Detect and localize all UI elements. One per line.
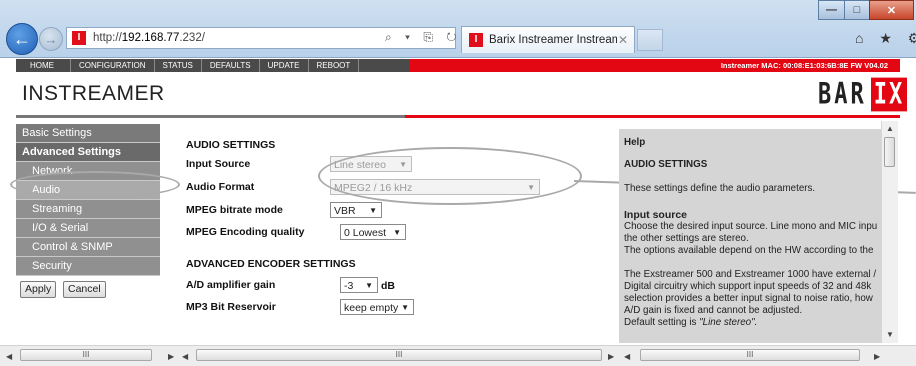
help-line: selection provides a better input signal… — [624, 293, 873, 304]
minimize-button[interactable]: — — [818, 0, 845, 20]
logo-mark: IX — [870, 77, 908, 111]
chevron-down-icon: ▼ — [393, 228, 401, 237]
device-info: Instreamer MAC: 00:08:E1:03:6B:8E FW V04… — [720, 61, 888, 70]
mpeg-encoding-quality-label: MPEG Encoding quality — [186, 226, 305, 238]
sidebar-item-advanced-settings[interactable]: Advanced Settings — [16, 143, 160, 162]
help-line: Choose the desired input source. Line mo… — [624, 221, 878, 232]
mpeg-encoding-quality-value: 0 Lowest — [344, 227, 387, 239]
mpeg-bitrate-mode-select[interactable]: VBR ▼ — [330, 202, 382, 218]
nav-status[interactable]: STATUS — [155, 59, 202, 72]
scroll-right-icon[interactable]: ▶ — [168, 352, 174, 361]
mpeg-bitrate-mode-value: VBR — [334, 205, 356, 217]
help-intro: These settings define the audio paramete… — [624, 183, 816, 194]
window-controls: — □ ✕ — [818, 0, 916, 22]
ad-gain-unit: dB — [381, 280, 395, 292]
help-line: A/D gain is fixed and cannot be adjusted… — [624, 305, 803, 316]
forward-button[interactable]: → — [39, 27, 63, 51]
sidebar: Basic Settings Advanced Settings Network… — [16, 124, 160, 276]
mp3-reservoir-label: MP3 Bit Reservoir — [186, 301, 276, 313]
sidebar-audio-highlight — [10, 171, 180, 198]
logo-text: BAR — [818, 77, 867, 111]
scroll-left-icon[interactable]: ◀ — [6, 352, 12, 361]
nav-configuration[interactable]: CONFIGURATION — [71, 59, 155, 72]
url-rest: .232/ — [179, 32, 205, 44]
cancel-button[interactable]: Cancel — [63, 281, 106, 298]
back-arrow-icon: ← — [13, 28, 31, 49]
scroll-left-icon[interactable]: ◀ — [624, 352, 630, 361]
help-line: The options available depend on the HW a… — [624, 245, 874, 256]
audio-fields-highlight — [318, 147, 582, 205]
barix-logo: BAR IX — [818, 77, 908, 111]
nav-reboot[interactable]: REBOOT — [309, 59, 360, 72]
audio-settings-heading: AUDIO SETTINGS — [186, 139, 276, 151]
help-title: Help — [624, 137, 646, 148]
input-source-label: Input Source — [186, 158, 251, 170]
scroll-up-icon[interactable]: ▲ — [886, 124, 894, 133]
chevron-down-icon: ▼ — [401, 303, 409, 312]
horizontal-scrollbars: ◀ III ▶ ◀ III ▶ ◀ III ▶ — [0, 345, 916, 366]
sidebar-item-basic-settings[interactable]: Basic Settings — [16, 124, 160, 143]
address-bar[interactable]: I http://192.168.77.232/ ⌕ ▾ ⎘ ↻ ✕ — [66, 27, 479, 49]
help-scroll-thumb[interactable] — [884, 137, 895, 167]
barix-favicon-icon: I — [72, 31, 86, 45]
browser-chrome: ← → I http://192.168.77.232/ ⌕ ▾ ⎘ ↻ ✕ I… — [0, 0, 916, 58]
apply-button[interactable]: Apply — [20, 281, 57, 298]
nav-home[interactable]: HOME — [16, 59, 71, 72]
help-default-line: Default setting is "Line stereo". — [624, 317, 757, 329]
new-tab-button[interactable] — [637, 29, 663, 51]
mp3-reservoir-value: keep empty — [344, 302, 399, 314]
ad-gain-label: A/D amplifier gain — [186, 279, 276, 291]
chevron-down-icon: ▼ — [365, 281, 373, 290]
sidebar-item-io-serial[interactable]: I/O & Serial — [16, 219, 160, 238]
advanced-encoder-heading: ADVANCED ENCODER SETTINGS — [186, 258, 356, 270]
url-host: 192.168.77 — [121, 32, 180, 44]
scroll-down-icon[interactable]: ▼ — [886, 330, 894, 339]
help-line: The Exstreamer 500 and Exstreamer 1000 h… — [624, 269, 877, 280]
audio-format-label: Audio Format — [186, 181, 255, 193]
sidebar-item-security[interactable]: Security — [16, 257, 160, 276]
tab-title: Barix Instreamer Instreamer — [489, 34, 617, 46]
tab-favicon-icon: I — [469, 33, 483, 47]
top-navigation-menu: HOME CONFIGURATION STATUS DEFAULTS UPDAT… — [16, 59, 410, 72]
browser-tab[interactable]: I Barix Instreamer Instreamer ✕ — [461, 26, 635, 53]
help-line: Digital circuitry which support input sp… — [624, 281, 872, 292]
sidebar-item-streaming[interactable]: Streaming — [16, 200, 160, 219]
toolbar-icons[interactable]: ⌂ ★ ⚙ — [855, 30, 916, 47]
help-line: the other settings are stereo. — [624, 233, 749, 244]
mp3-reservoir-select[interactable]: keep empty ▼ — [340, 299, 414, 315]
help-scroll-thumb-horizontal[interactable]: III — [640, 349, 860, 361]
scroll-right-icon[interactable]: ▶ — [608, 352, 614, 361]
help-default-value: "Line stereo". — [699, 317, 758, 328]
mpeg-encoding-quality-select[interactable]: 0 Lowest ▼ — [340, 224, 406, 240]
url-scheme: http:// — [93, 32, 122, 44]
mpeg-bitrate-mode-label: MPEG bitrate mode — [186, 204, 283, 216]
tab-close-icon[interactable]: ✕ — [618, 33, 628, 47]
maximize-button[interactable]: □ — [844, 0, 870, 20]
header-divider — [16, 115, 900, 118]
help-default-prefix: Default setting is — [624, 317, 700, 328]
help-input-source-heading: Input source — [624, 209, 688, 221]
ad-gain-select[interactable]: -3 ▼ — [340, 277, 378, 293]
chevron-down-icon: ▼ — [369, 206, 377, 215]
nav-update[interactable]: UPDATE — [260, 59, 309, 72]
help-vertical-scrollbar[interactable]: ▲ ▼ — [881, 121, 898, 343]
close-window-button[interactable]: ✕ — [869, 0, 914, 20]
top-navigation: HOME CONFIGURATION STATUS DEFAULTS UPDAT… — [16, 59, 900, 72]
scroll-right-icon[interactable]: ▶ — [874, 352, 880, 361]
nav-defaults[interactable]: DEFAULTS — [202, 59, 260, 72]
scroll-left-icon[interactable]: ◀ — [182, 352, 188, 361]
back-button[interactable]: ← — [6, 23, 38, 55]
ad-gain-value: -3 — [344, 280, 354, 292]
sidebar-scroll-thumb[interactable]: III — [20, 349, 152, 361]
help-panel: Help AUDIO SETTINGS These settings defin… — [619, 129, 881, 343]
forward-arrow-icon: → — [44, 31, 58, 47]
page-title: INSTREAMER — [22, 82, 165, 105]
help-section: AUDIO SETTINGS — [624, 159, 708, 170]
url-text[interactable]: http://192.168.77.232/ — [93, 32, 205, 44]
sidebar-item-control-snmp[interactable]: Control & SNMP — [16, 238, 160, 257]
main-scroll-thumb[interactable]: III — [196, 349, 602, 361]
